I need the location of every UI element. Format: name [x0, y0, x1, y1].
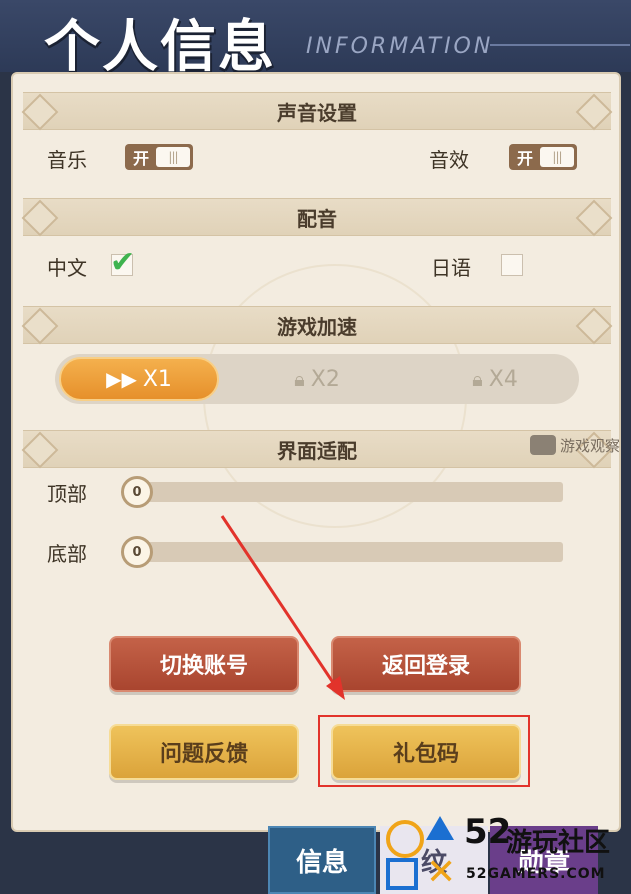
brand-name: 游玩社区 [506, 828, 611, 858]
circle-logo-icon [386, 820, 424, 858]
square-logo-icon [386, 858, 418, 890]
brand-number: 52 [464, 812, 512, 852]
tab-info[interactable]: 信息 [268, 826, 376, 894]
side-watermark-text: 游戏观察 [560, 436, 621, 455]
cross-logo-icon: ✕ [426, 852, 457, 893]
brand-watermark: ✕ 52 游玩社区 52GAMERS.COM [386, 812, 631, 894]
triangle-logo-icon [426, 816, 454, 840]
gamepad-icon [530, 435, 556, 455]
side-watermark: 游戏观察 [530, 430, 631, 460]
brand-domain: 52GAMERS.COM [466, 866, 606, 882]
